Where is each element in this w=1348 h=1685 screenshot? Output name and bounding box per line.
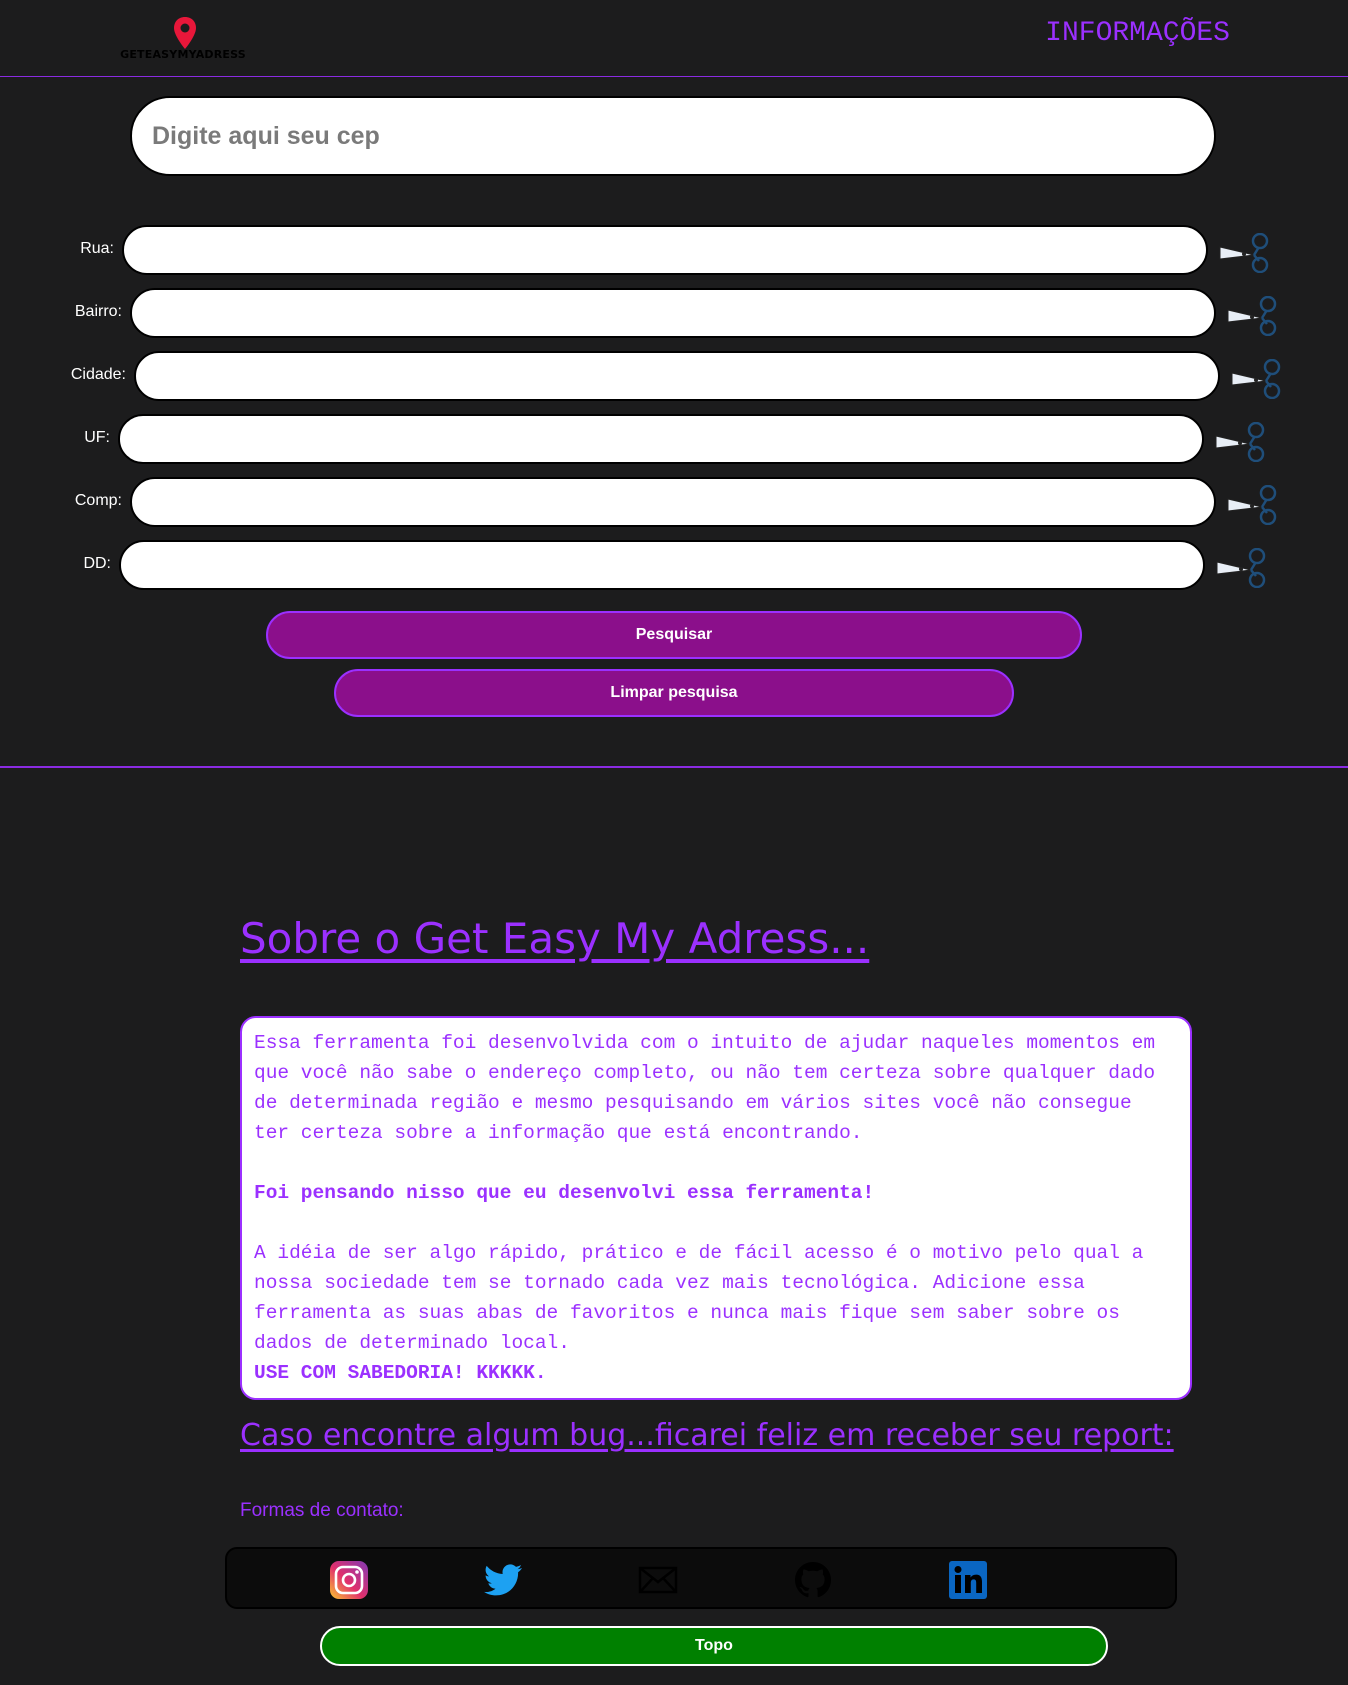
email-icon[interactable] xyxy=(638,1560,678,1600)
informacoes-link[interactable]: INFORMAÇÕES xyxy=(1045,18,1230,49)
bairro-label: Bairro: xyxy=(74,303,122,320)
search-button[interactable]: Pesquisar xyxy=(266,611,1082,659)
about-paragraph: Foi pensando nisso que eu desenvolvi ess… xyxy=(254,1182,875,1204)
copy-scissors-icon[interactable] xyxy=(1230,359,1286,399)
rua-field[interactable] xyxy=(122,225,1208,275)
header: GETEASYMYADRESS INFORMAÇÕES xyxy=(0,0,1348,77)
cep-input[interactable] xyxy=(130,96,1216,176)
logo[interactable]: GETEASYMYADRESS xyxy=(118,16,248,62)
cidade-label: Cidade: xyxy=(70,366,126,383)
contact-label: Formas de contato: xyxy=(240,1500,404,1521)
bug-report-title: Caso encontre algum bug...ficarei feliz … xyxy=(240,1418,1174,1453)
clear-search-button[interactable]: Limpar pesquisa xyxy=(334,669,1014,717)
uf-label: UF: xyxy=(84,429,110,446)
about-paragraph: Essa ferramenta foi desenvolvida com o i… xyxy=(254,1032,1156,1144)
dd-label: DD: xyxy=(83,555,111,572)
rua-label: Rua: xyxy=(80,240,114,257)
linkedin-icon[interactable] xyxy=(948,1560,988,1600)
about-paragraph: USE COM SABEDORIA! KKKKK. xyxy=(254,1362,547,1384)
dd-field[interactable] xyxy=(119,540,1205,590)
section-divider xyxy=(0,766,1348,768)
comp-field[interactable] xyxy=(130,477,1216,527)
logo-text: GETEASYMYADRESS xyxy=(120,48,246,61)
github-icon[interactable] xyxy=(793,1560,833,1600)
copy-scissors-icon[interactable] xyxy=(1218,233,1274,273)
copy-scissors-icon[interactable] xyxy=(1215,548,1271,588)
copy-scissors-icon[interactable] xyxy=(1214,422,1270,462)
about-text-box: Essa ferramenta foi desenvolvida com o i… xyxy=(240,1016,1192,1400)
twitter-icon[interactable] xyxy=(484,1560,524,1600)
comp-label: Comp: xyxy=(74,492,122,509)
location-pin-icon xyxy=(174,17,196,49)
about-title: Sobre o Get Easy My Adress... xyxy=(240,914,870,963)
instagram-icon[interactable] xyxy=(329,1560,369,1600)
uf-field[interactable] xyxy=(118,414,1204,464)
bairro-field[interactable] xyxy=(130,288,1216,338)
about-paragraph: A idéia de ser algo rápido, prático e de… xyxy=(254,1242,1144,1354)
cidade-field[interactable] xyxy=(134,351,1220,401)
copy-scissors-icon[interactable] xyxy=(1226,485,1282,525)
copy-scissors-icon[interactable] xyxy=(1226,296,1282,336)
social-bar xyxy=(225,1547,1177,1609)
top-button[interactable]: Topo xyxy=(320,1626,1108,1666)
